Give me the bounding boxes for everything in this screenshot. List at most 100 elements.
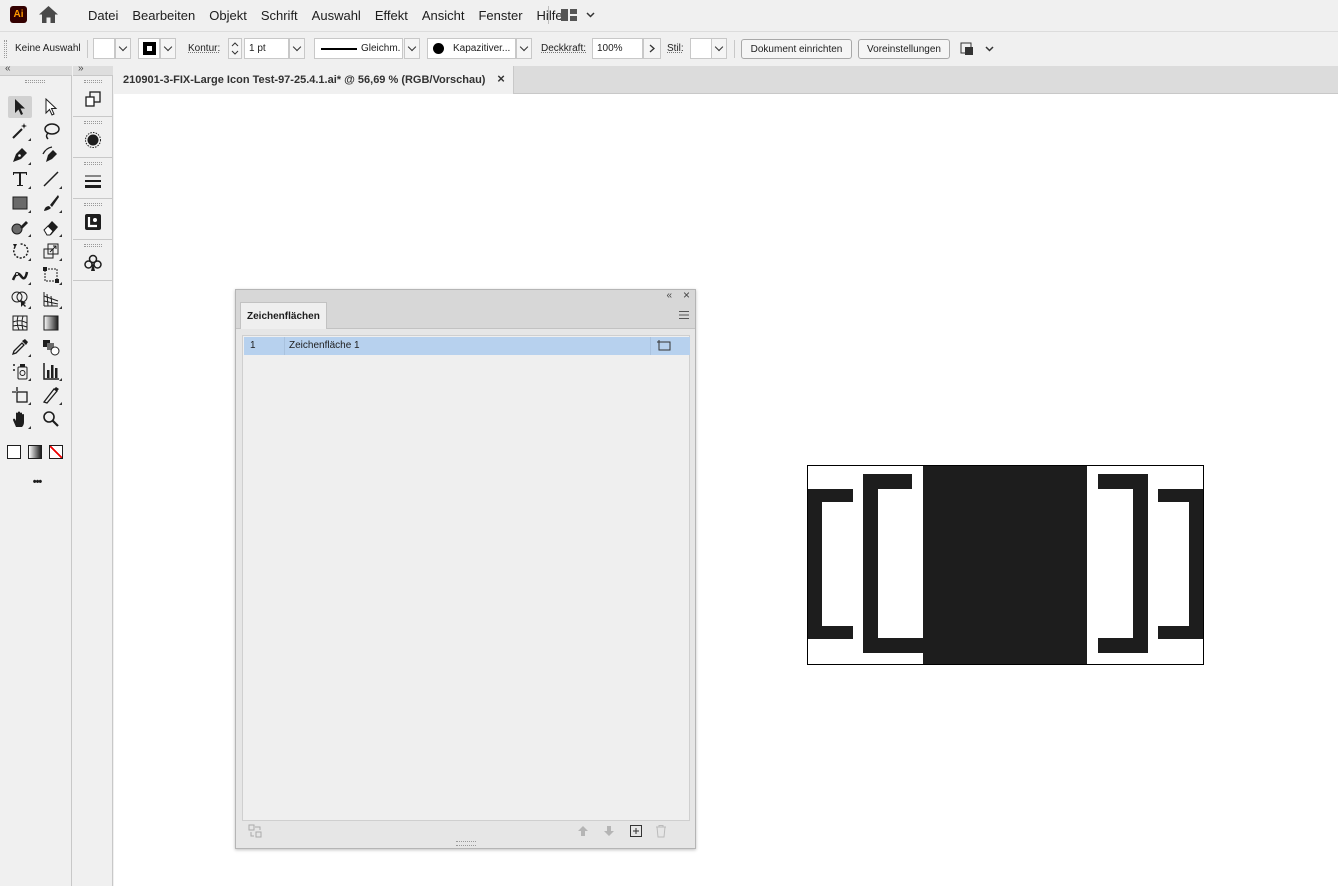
expand-icon: »: [78, 63, 84, 74]
stroke-panel-button[interactable]: [73, 158, 113, 199]
fill-dropdown[interactable]: [115, 38, 131, 59]
stroke-weight-dropdown[interactable]: [289, 38, 305, 59]
stroke-label[interactable]: Kontur:: [188, 43, 220, 54]
stroke-profile-dropdown[interactable]: [404, 38, 420, 59]
artboard-row[interactable]: 1 Zeichenfläche 1: [244, 337, 690, 355]
pen-tool-icon[interactable]: [8, 144, 32, 166]
menu-bearbeiten[interactable]: Bearbeiten: [125, 8, 202, 23]
puppet-warp-tool-icon[interactable]: [8, 264, 32, 286]
center-block: [923, 466, 1087, 664]
style-swatch[interactable]: [690, 38, 712, 59]
shaper-tool-icon[interactable]: [8, 216, 32, 238]
libraries-panel-icon: [85, 214, 101, 230]
preferences-button[interactable]: Voreinstellungen: [858, 39, 950, 59]
selection-tool-icon[interactable]: [8, 96, 32, 118]
lasso-tool-icon[interactable]: [39, 120, 63, 142]
artboards-panel-button[interactable]: [73, 76, 113, 117]
symbols-panel-button[interactable]: [73, 240, 113, 281]
brush-select[interactable]: Kapazitiver...: [427, 38, 516, 59]
column-graph-tool-icon[interactable]: [39, 360, 63, 382]
appearance-panel-button[interactable]: [73, 117, 113, 158]
menu-objekt[interactable]: Objekt: [202, 8, 254, 23]
close-icon[interactable]: ×: [495, 72, 507, 85]
menu-effekt[interactable]: Effekt: [368, 8, 415, 23]
stroke-profile-select[interactable]: Gleichm.: [314, 38, 403, 59]
none-mode-icon[interactable]: [49, 445, 63, 459]
menu-auswahl[interactable]: Auswahl: [305, 8, 368, 23]
selection-status: Keine Auswahl: [15, 43, 81, 54]
delete-artboard-icon[interactable]: [654, 824, 668, 838]
bracket-inner-right: [1098, 474, 1148, 653]
libraries-panel-button[interactable]: [73, 199, 113, 240]
stroke-weight-input[interactable]: 1 pt: [244, 38, 289, 59]
artboard-tool-icon[interactable]: [8, 384, 32, 406]
tab-artboards[interactable]: Zeichenflächen: [240, 302, 327, 329]
style-label[interactable]: Stil:: [667, 43, 684, 54]
type-tool-icon[interactable]: [8, 168, 32, 190]
rectangle-tool-icon[interactable]: [8, 192, 32, 214]
brush-dropdown[interactable]: [516, 38, 532, 59]
panel-strip: [73, 76, 113, 886]
opacity-arrow-button[interactable]: [643, 38, 661, 59]
collapse-panel-icon[interactable]: «: [666, 290, 672, 302]
rotate-tool-icon[interactable]: [8, 240, 32, 262]
move-up-icon[interactable]: [576, 824, 590, 838]
fill-swatch[interactable]: [93, 38, 115, 59]
menu-fenster[interactable]: Fenster: [471, 8, 529, 23]
fill-color-icon[interactable]: [7, 445, 21, 459]
direct-selection-tool-icon[interactable]: [39, 96, 63, 118]
symbol-sprayer-tool-icon[interactable]: [8, 360, 32, 382]
stroke-dropdown[interactable]: [160, 38, 176, 59]
hand-tool-icon[interactable]: [8, 408, 32, 430]
blend-tool-icon[interactable]: [39, 336, 63, 358]
panel-strip-collapse-button[interactable]: »: [73, 63, 113, 76]
magic-wand-tool-icon[interactable]: [8, 120, 32, 142]
perspective-grid-tool-icon[interactable]: [39, 288, 63, 310]
opacity-input[interactable]: 100%: [592, 38, 643, 59]
gradient-tool-icon[interactable]: [39, 312, 63, 334]
gradient-mode-icon[interactable]: [28, 445, 42, 459]
rearrange-artboards-icon[interactable]: [248, 824, 262, 838]
eraser-tool-icon[interactable]: [39, 216, 63, 238]
document-tab[interactable]: 210901-3-FIX-Large Icon Test-97-25.4.1.a…: [114, 66, 514, 94]
paintbrush-tool-icon[interactable]: [39, 192, 63, 214]
workspace-switcher-icon[interactable]: [560, 8, 600, 22]
style-dropdown[interactable]: [711, 38, 727, 59]
panel-menu-icon[interactable]: [678, 310, 690, 320]
home-icon[interactable]: [38, 5, 59, 24]
eyedropper-tool-icon[interactable]: [8, 336, 32, 358]
artboard-number: 1: [250, 340, 256, 351]
artboard[interactable]: [807, 465, 1204, 665]
artboard-options-icon[interactable]: [657, 339, 671, 351]
arrange-documents-icon[interactable]: [959, 40, 995, 58]
toolbar-grip[interactable]: [25, 80, 45, 83]
new-artboard-icon[interactable]: [629, 824, 643, 838]
mesh-tool-icon[interactable]: [8, 312, 32, 334]
move-down-icon[interactable]: [602, 824, 616, 838]
panel-resize-grip[interactable]: [456, 841, 476, 846]
collapse-icon: «: [5, 63, 11, 74]
curvature-tool-icon[interactable]: [39, 144, 63, 166]
control-bar-grip[interactable]: [4, 40, 7, 58]
line-profile-icon: [321, 48, 357, 50]
free-transform-tool-icon[interactable]: [39, 264, 63, 286]
menu-schrift[interactable]: Schrift: [254, 8, 305, 23]
shape-builder-tool-icon[interactable]: [8, 288, 32, 310]
scale-tool-icon[interactable]: [39, 240, 63, 262]
stroke-weight-stepper[interactable]: [228, 38, 242, 59]
stroke-swatch-icon: [142, 42, 156, 55]
panel-titlebar[interactable]: « ×: [236, 289, 695, 302]
opacity-label[interactable]: Deckkraft:: [541, 43, 586, 54]
more-tools-button[interactable]: •••: [22, 476, 52, 488]
close-panel-icon[interactable]: ×: [683, 289, 690, 301]
zoom-tool-icon[interactable]: [39, 408, 63, 430]
slice-tool-icon[interactable]: [39, 384, 63, 406]
menu-datei[interactable]: Datei: [81, 8, 125, 23]
stroke-swatch[interactable]: [138, 38, 160, 59]
line-segment-tool-icon[interactable]: [39, 168, 63, 190]
artboard-name[interactable]: Zeichenfläche 1: [289, 340, 360, 351]
document-setup-button[interactable]: Dokument einrichten: [741, 39, 852, 59]
menu-ansicht[interactable]: Ansicht: [415, 8, 472, 23]
toolbar-collapse-button[interactable]: «: [0, 63, 72, 76]
app-logo[interactable]: Ai: [10, 6, 27, 23]
